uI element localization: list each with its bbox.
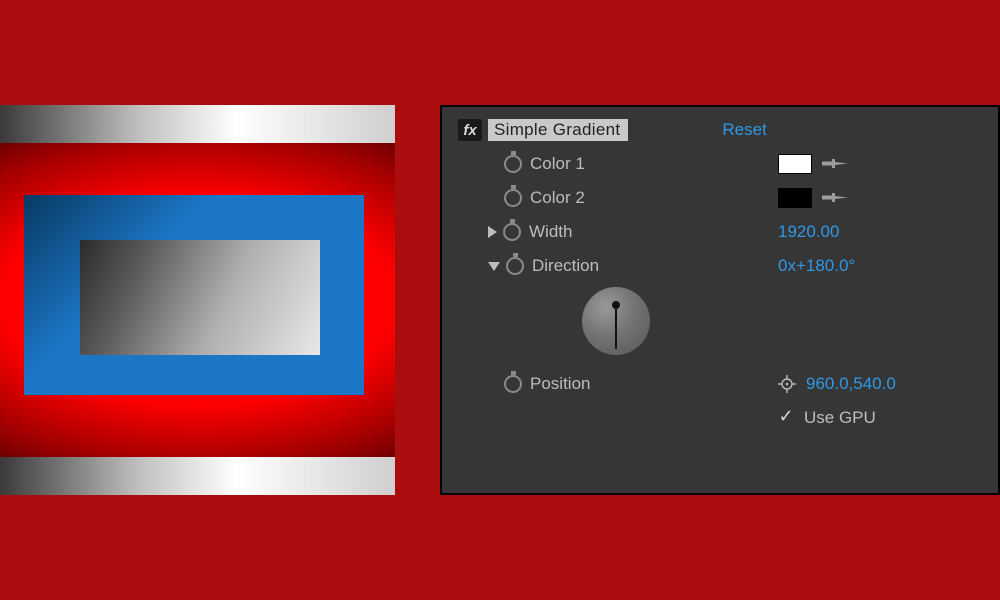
stopwatch-icon[interactable] xyxy=(504,155,522,173)
param-row-color1: Color 1 xyxy=(452,147,998,181)
param-label-use-gpu: Use GPU xyxy=(804,408,876,428)
twirl-icon[interactable] xyxy=(488,262,500,271)
direction-dial[interactable] xyxy=(582,287,650,355)
width-value[interactable]: 1920.00 xyxy=(778,222,839,242)
composition-preview xyxy=(0,105,395,495)
param-row-use-gpu: ✓ Use GPU xyxy=(452,401,998,435)
param-row-color2: Color 2 xyxy=(452,181,998,215)
reset-button[interactable]: Reset xyxy=(722,120,766,140)
preview-gradient-layer xyxy=(80,240,320,355)
param-row-direction: Direction 0x+180.0° xyxy=(452,249,998,283)
direction-value[interactable]: 0x+180.0° xyxy=(778,256,855,276)
param-label-width: Width xyxy=(529,222,572,242)
stopwatch-icon[interactable] xyxy=(504,189,522,207)
param-label-color2: Color 2 xyxy=(530,188,585,208)
use-gpu-checkbox[interactable]: ✓ xyxy=(778,410,794,426)
fx-toggle-icon[interactable]: fx xyxy=(458,119,482,141)
preview-bar-top xyxy=(0,105,395,143)
effect-name[interactable]: Simple Gradient xyxy=(488,119,628,141)
stopwatch-icon[interactable] xyxy=(503,223,521,241)
eyedropper-icon[interactable] xyxy=(822,191,848,205)
param-label-color1: Color 1 xyxy=(530,154,585,174)
preview-bar-bottom xyxy=(0,457,395,495)
eyedropper-icon[interactable] xyxy=(822,157,848,171)
effect-header-row: fx Simple Gradient Reset xyxy=(452,113,998,147)
param-label-position: Position xyxy=(530,374,590,394)
param-row-position: Position 960.0,540.0 xyxy=(452,367,998,401)
color1-swatch[interactable] xyxy=(778,154,812,174)
param-label-direction: Direction xyxy=(532,256,599,276)
param-row-width: Width 1920.00 xyxy=(452,215,998,249)
stopwatch-icon[interactable] xyxy=(504,375,522,393)
stopwatch-icon[interactable] xyxy=(506,257,524,275)
twirl-icon[interactable] xyxy=(488,226,497,238)
color2-swatch[interactable] xyxy=(778,188,812,208)
position-value[interactable]: 960.0,540.0 xyxy=(806,374,896,394)
crosshair-icon[interactable] xyxy=(778,375,796,393)
direction-dial-row xyxy=(452,283,998,367)
effect-controls-panel: fx Simple Gradient Reset Color 1 xyxy=(440,105,1000,495)
